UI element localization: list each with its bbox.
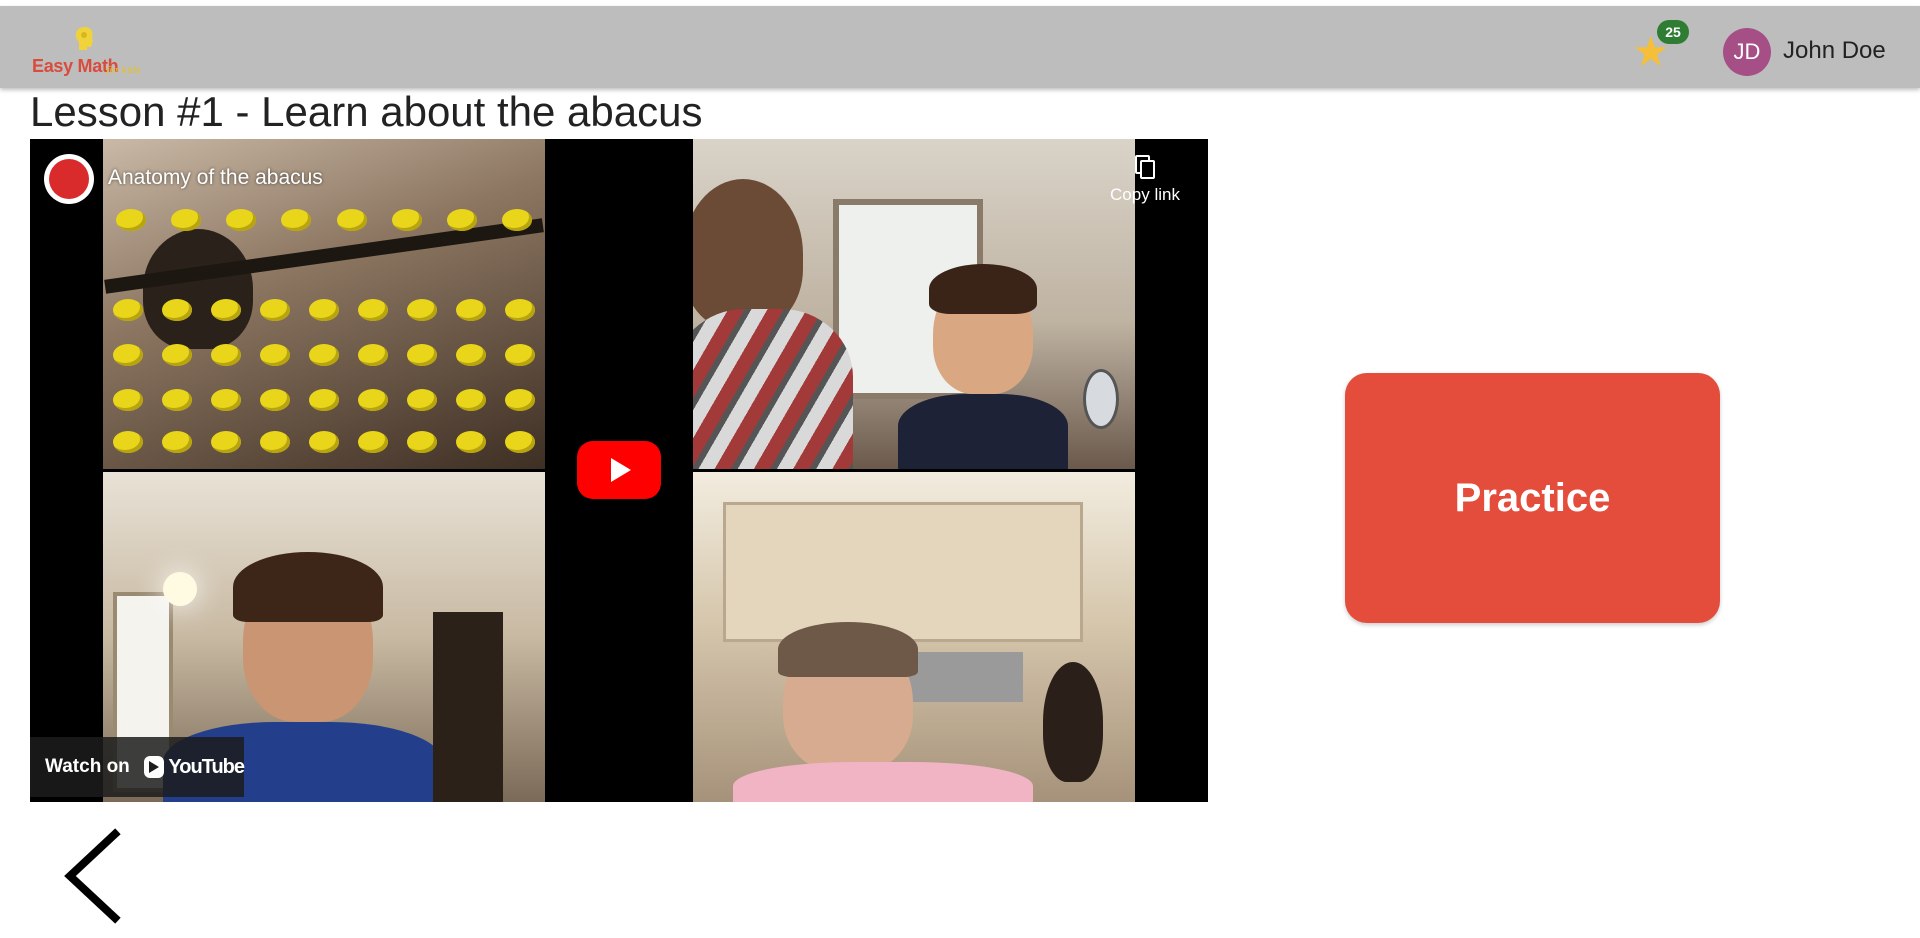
youtube-icon: [143, 756, 165, 778]
app-bar: Easy Math for kids ★ 25 JD John Doe: [0, 6, 1920, 88]
lamp: [163, 572, 197, 606]
video-player[interactable]: Anatomy of the abacus Copy link Watch on…: [30, 139, 1208, 802]
bead-row: [103, 209, 545, 249]
user-name[interactable]: John Doe: [1783, 37, 1886, 65]
kitchen-girl-hair: [778, 622, 918, 677]
cabinets: [723, 502, 1083, 642]
watch-on-label: Watch on: [45, 756, 130, 777]
cabinet: [433, 612, 503, 802]
avatar[interactable]: JD: [1723, 28, 1771, 76]
bead-row: [103, 299, 545, 339]
copy-icon: [1135, 155, 1155, 179]
youtube-label: YouTube: [168, 755, 245, 778]
practice-button[interactable]: Practice: [1345, 373, 1720, 623]
boy-hair: [929, 264, 1037, 314]
pink-shirt: [733, 762, 1033, 802]
background-person: [1043, 662, 1103, 782]
play-icon: [611, 458, 631, 482]
head-icon: [75, 27, 93, 50]
app-logo[interactable]: Easy Math for kids: [30, 20, 150, 80]
video-title[interactable]: Anatomy of the abacus: [108, 166, 323, 190]
logo-subtext: for kids: [106, 66, 141, 76]
girl-hair: [233, 552, 383, 622]
watch-on-youtube-button[interactable]: Watch on YouTube: [30, 737, 245, 797]
person-head: [693, 179, 803, 329]
video-frame-kitchen: [693, 472, 1135, 802]
channel-logo-icon: [49, 159, 89, 199]
bead-row: [103, 431, 545, 469]
clock: [1083, 369, 1119, 429]
bead-row: [103, 344, 545, 384]
copy-link-button[interactable]: Copy link: [1100, 155, 1190, 205]
back-button[interactable]: [60, 828, 130, 924]
chevron-left-icon: [64, 828, 121, 924]
play-button[interactable]: [577, 441, 661, 499]
striped-shirt: [693, 309, 853, 469]
channel-avatar[interactable]: [44, 154, 94, 204]
page-title: Lesson #1 - Learn about the abacus: [30, 88, 703, 135]
copy-link-label: Copy link: [1110, 185, 1180, 204]
star-count-badge: 25: [1657, 20, 1689, 44]
video-frame-boy: [693, 139, 1135, 469]
boy-shirt: [898, 394, 1068, 469]
bead-row: [103, 389, 545, 429]
